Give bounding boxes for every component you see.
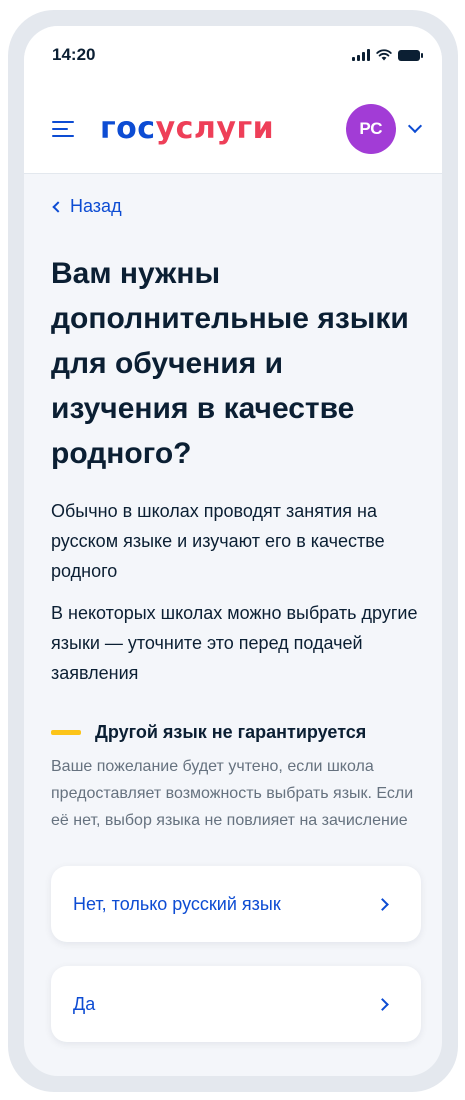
notice-block: Другой язык не гарантируется Ваше пожела…	[51, 722, 421, 834]
chevron-right-icon	[376, 897, 389, 911]
header-right: РС	[346, 103, 423, 154]
option-label: Нет, только русский язык	[73, 893, 281, 914]
back-link[interactable]: Назад	[51, 196, 421, 217]
gosuslugi-logo[interactable]: госуслуги	[100, 111, 274, 146]
phone-screen: 14:20 госуслуги РС Назад Вам нужны допол…	[24, 26, 442, 1076]
back-link-label: Назад	[70, 196, 122, 216]
description-paragraph-1: Обычно в школах проводят занятия на русс…	[51, 501, 385, 581]
logo-part-1: гос	[100, 111, 156, 146]
answer-options: Нет, только русский язык Да	[51, 866, 421, 1042]
avatar[interactable]: РС	[346, 103, 396, 154]
option-no-only-russian[interactable]: Нет, только русский язык	[51, 866, 421, 942]
notice-text: Ваше пожелание будет учтено, если школа …	[51, 758, 414, 829]
header-left: госуслуги	[52, 111, 274, 146]
wifi-icon	[376, 49, 392, 61]
notice-header: Другой язык не гарантируется	[51, 722, 421, 743]
signal-icon	[352, 49, 370, 61]
notice-title: Другой язык не гарантируется	[95, 722, 367, 742]
description-paragraph-2: В некоторых школах можно выбрать другие …	[51, 603, 418, 683]
status-bar: 14:20	[24, 26, 442, 84]
chevron-right-icon	[376, 997, 389, 1011]
logo-part-2: услуги	[155, 111, 275, 146]
option-yes[interactable]: Да	[51, 966, 421, 1042]
notice-accent-bar	[51, 730, 81, 735]
status-icons	[352, 49, 423, 61]
page-content: Назад Вам нужны дополнительные языки для…	[24, 174, 442, 1042]
battery-icon	[398, 49, 423, 61]
page-title: Вам нужны дополнительные языки для обуче…	[51, 257, 409, 470]
chevron-left-icon	[52, 200, 64, 213]
menu-icon[interactable]	[52, 120, 74, 137]
app-header: госуслуги РС	[24, 84, 442, 174]
status-time: 14:20	[52, 45, 96, 64]
option-label: Да	[73, 993, 96, 1014]
phone-frame: 14:20 госуслуги РС Назад Вам нужны допол…	[8, 10, 458, 1092]
chevron-down-icon[interactable]	[407, 118, 423, 134]
